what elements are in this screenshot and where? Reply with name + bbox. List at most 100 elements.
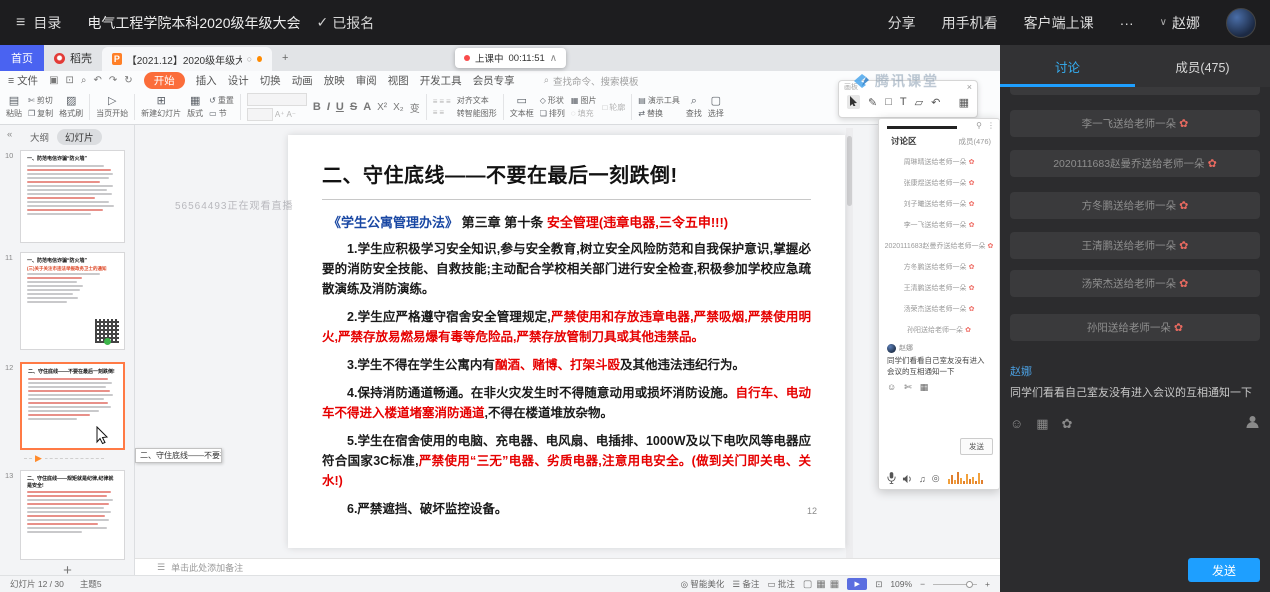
zoom-in-icon[interactable]: +: [985, 579, 990, 589]
zoom-slider[interactable]: [933, 584, 977, 585]
menu-membership[interactable]: 会员专享: [473, 73, 515, 88]
refresh-icon[interactable]: ↻: [124, 75, 132, 86]
panel-send-button[interactable]: 发送: [960, 438, 993, 455]
zoom-slider-knob[interactable]: [966, 581, 973, 588]
menu-devtools[interactable]: 开发工具: [420, 73, 462, 88]
rectangle-tool-icon[interactable]: □: [885, 96, 892, 108]
normal-view-icon[interactable]: ▢: [803, 579, 812, 590]
align-left-icon[interactable]: ≡: [433, 97, 438, 106]
tab-wps-home[interactable]: 首页: [0, 45, 44, 71]
music-icon[interactable]: ♫: [919, 474, 926, 484]
undo-tool-icon[interactable]: ↶: [931, 96, 940, 109]
smart-beautify-button[interactable]: ◎ 智能美化: [681, 578, 725, 590]
reading-view-icon[interactable]: ▦: [830, 579, 839, 590]
catalog-button[interactable]: 目录: [33, 13, 61, 33]
preview-icon[interactable]: ⌕: [81, 75, 87, 86]
italic-button[interactable]: I: [327, 101, 330, 113]
format-painter-button[interactable]: ▨格式刷: [59, 96, 83, 119]
smartart-button[interactable]: 转智能图形: [457, 108, 497, 119]
slide-thumbnail-10[interactable]: 一、防范电信诈骗“防火墙”: [20, 150, 125, 243]
zoom-out-icon[interactable]: −: [920, 579, 925, 589]
collapse-panel-icon[interactable]: «: [7, 129, 12, 140]
theme-name[interactable]: 主题5: [80, 578, 102, 590]
hamburger-icon[interactable]: ≡: [16, 14, 25, 32]
menu-view[interactable]: 视图: [388, 73, 409, 88]
share-button[interactable]: 分享: [888, 13, 916, 33]
image-icon[interactable]: ▦: [1036, 416, 1048, 432]
file-menu[interactable]: ≡ 文件: [8, 73, 38, 88]
strikethrough-button[interactable]: S: [350, 101, 357, 113]
menu-home[interactable]: 开始: [144, 72, 185, 89]
menu-animation[interactable]: 动画: [292, 73, 313, 88]
sorter-view-icon[interactable]: ▦: [816, 579, 825, 590]
underline-button[interactable]: U: [336, 101, 344, 113]
notes-bar[interactable]: ☰ 单击此处添加备注: [135, 558, 1000, 575]
arrange-button[interactable]: ❏排列: [540, 108, 565, 119]
eraser-tool-icon[interactable]: ▱: [915, 96, 923, 109]
reset-button[interactable]: ↺重置: [209, 95, 234, 106]
undo-icon[interactable]: ↶: [94, 75, 102, 86]
notes-toggle-button[interactable]: ☰ 备注: [732, 578, 759, 590]
menu-design[interactable]: 设计: [228, 73, 249, 88]
grow-font-icon[interactable]: A⁺: [275, 110, 285, 119]
slide-thumbnail-12-selected[interactable]: 二、守住底线——不要在最后一刻跌倒!: [20, 362, 125, 450]
section-button[interactable]: ▭节: [209, 108, 234, 119]
picture-button[interactable]: ▦图片: [571, 95, 597, 106]
number-list-icon[interactable]: ≡: [439, 108, 444, 117]
client-app-button[interactable]: 客户端上课: [1024, 13, 1094, 33]
tab-outline[interactable]: 大纲: [30, 130, 49, 144]
paste-button[interactable]: ▤粘贴: [6, 96, 22, 119]
record-icon[interactable]: ◎: [932, 473, 940, 484]
menu-slideshow[interactable]: 放映: [324, 73, 345, 88]
slide-scrollbar[interactable]: [846, 128, 853, 560]
cursor-tool-icon[interactable]: [847, 95, 860, 109]
menu-insert[interactable]: 插入: [196, 73, 217, 88]
emoji-icon[interactable]: ☺: [1010, 416, 1023, 431]
mention-person-icon[interactable]: [1245, 415, 1260, 432]
menu-review[interactable]: 审阅: [356, 73, 377, 88]
kebab-menu-icon[interactable]: ⋮: [987, 121, 995, 130]
new-slide-button[interactable]: ⊞新建幻灯片: [141, 96, 181, 119]
play-from-page-button[interactable]: ▷当页开始: [96, 96, 128, 119]
font-size-select[interactable]: [247, 108, 273, 121]
tab-docer[interactable]: 稻壳: [44, 45, 102, 71]
emoji-icon[interactable]: ☺: [887, 382, 896, 393]
play-from-slide-button[interactable]: ▶: [24, 458, 104, 459]
font-name-select[interactable]: [247, 93, 307, 106]
pin-icon[interactable]: ⚲: [976, 121, 982, 130]
more-menu-icon[interactable]: ···: [1120, 15, 1134, 31]
layout-button[interactable]: ▦版式: [187, 96, 203, 119]
tab-discussion[interactable]: 讨论: [1000, 45, 1135, 87]
cut-button[interactable]: ✄剪切: [28, 95, 53, 106]
members-count[interactable]: 成员(476): [958, 136, 991, 147]
shrink-font-icon[interactable]: A⁻: [286, 110, 296, 119]
print-icon[interactable]: ⊡: [66, 75, 74, 86]
redo-icon[interactable]: ↷: [109, 75, 117, 86]
slideshow-button[interactable]: ▶: [847, 578, 867, 590]
user-menu[interactable]: ∨ 赵娜: [1160, 13, 1200, 33]
replace-button[interactable]: ⇄替换: [638, 108, 680, 119]
live-class-pill[interactable]: 上课中 00:11:51 ∧: [455, 48, 566, 68]
pen-tool-icon[interactable]: ✎: [868, 96, 877, 109]
slide-thumbnail-13[interactable]: 二、守住底线——规矩就是纪律,纪律就是安全!: [20, 470, 125, 560]
select-button[interactable]: ▢选择: [708, 96, 724, 119]
presentation-tools-button[interactable]: ▤演示工具: [638, 95, 680, 106]
shapes-button[interactable]: ◇形状: [540, 95, 565, 106]
image-icon[interactable]: ▦: [920, 382, 929, 393]
slide-thumbnail-11[interactable]: 一、防范电信诈骗“防火墙” (三)关于关注市违法举报政务卫士的通知: [20, 252, 125, 350]
close-icon[interactable]: ×: [967, 82, 972, 92]
comment-button[interactable]: ▭ 批注: [767, 578, 794, 590]
send-button[interactable]: 发送: [1188, 558, 1260, 582]
panel-drag-handle[interactable]: [887, 126, 957, 129]
flower-gift-icon[interactable]: ✿: [1062, 416, 1073, 432]
text-effects-button[interactable]: 变: [410, 100, 420, 115]
textbox-button[interactable]: ▭文本框: [510, 96, 534, 119]
command-search[interactable]: ⌕ 查找命令、搜索模板: [544, 74, 639, 88]
watch-on-phone-button[interactable]: 用手机看: [942, 13, 998, 33]
copy-button[interactable]: ❐复制: [28, 108, 53, 119]
align-right-icon[interactable]: ≡: [446, 97, 451, 106]
speaker-icon[interactable]: [902, 474, 913, 484]
align-center-icon[interactable]: ≡: [439, 97, 444, 106]
current-slide[interactable]: 二、守住底线——不要在最后一刻跌倒! 《学生公寓管理办法》 第三章 第十条 安全…: [288, 135, 845, 548]
tab-slides[interactable]: 幻灯片: [57, 129, 102, 145]
